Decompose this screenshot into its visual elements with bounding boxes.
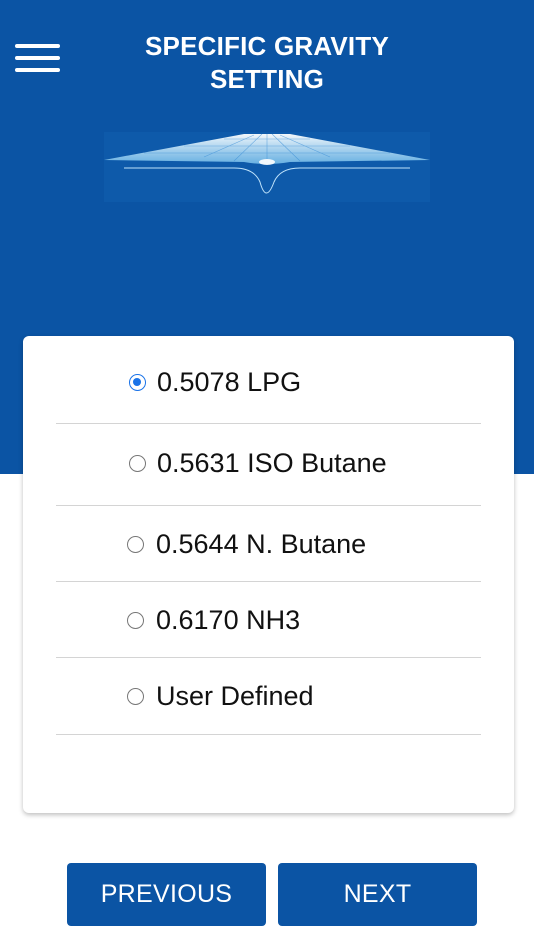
page-title-line-2: SETTING [209, 64, 325, 94]
option-nh3[interactable]: 0.6170 NH3 [56, 582, 481, 658]
option-iso-butane[interactable]: 0.5631 ISO Butane [56, 424, 481, 506]
radio-button-icon[interactable] [127, 688, 144, 705]
option-label: 0.5644 N. Butane [156, 529, 367, 559]
option-n-butane[interactable]: 0.5644 N. Butane [56, 506, 481, 582]
option-label: 0.5078 LPG [157, 367, 302, 397]
option-user-defined[interactable]: User Defined [56, 658, 481, 735]
menu-bar [15, 44, 60, 48]
option-lpg[interactable]: 0.5078 LPG [56, 336, 481, 424]
hamburger-menu-icon[interactable] [10, 38, 66, 82]
page-title: SPECIFIC GRAVITY SETTING [97, 30, 437, 96]
option-label: 0.6170 NH3 [156, 605, 301, 635]
option-label: 0.5631 ISO Butane [157, 448, 387, 478]
option-label: User Defined [156, 681, 314, 711]
radio-button-icon[interactable] [127, 612, 144, 629]
radio-button-selected-icon[interactable] [129, 374, 146, 391]
radio-button-icon[interactable] [129, 455, 146, 472]
menu-bar [15, 68, 60, 72]
next-button[interactable]: NEXT [278, 863, 477, 926]
previous-button[interactable]: PREVIOUS [67, 863, 266, 926]
gravity-well-logo [104, 132, 430, 202]
specific-gravity-options-card: 0.5078 LPG 0.5631 ISO Butane 0.5644 N. B… [23, 336, 514, 813]
app-screen: SPECIFIC GRAVITY SETTING 0.5078 LPG 0.56… [0, 0, 534, 950]
page-title-line-1: SPECIFIC GRAVITY [145, 31, 389, 61]
menu-bar [15, 56, 60, 60]
radio-button-icon[interactable] [127, 536, 144, 553]
